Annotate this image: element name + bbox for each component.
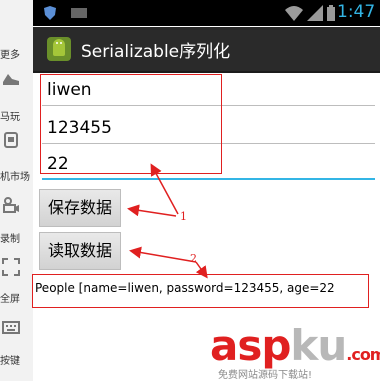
arrow-to-read — [129, 246, 197, 263]
watermark-suffix: .com — [346, 345, 380, 364]
site-watermark: aspku.com 免费网站源码下载站! — [210, 321, 380, 381]
annotation-label-two: 2 — [190, 252, 197, 265]
arrow-to-fields — [150, 163, 179, 215]
annotation-label-one: 1 — [180, 210, 187, 223]
watermark-red: asp — [210, 321, 291, 370]
watermark-subtitle: 免费网站源码下载站! — [218, 370, 313, 381]
arrow-to-save — [127, 204, 177, 217]
arrow-to-output — [195, 261, 208, 279]
watermark-gray: ku — [290, 321, 347, 370]
